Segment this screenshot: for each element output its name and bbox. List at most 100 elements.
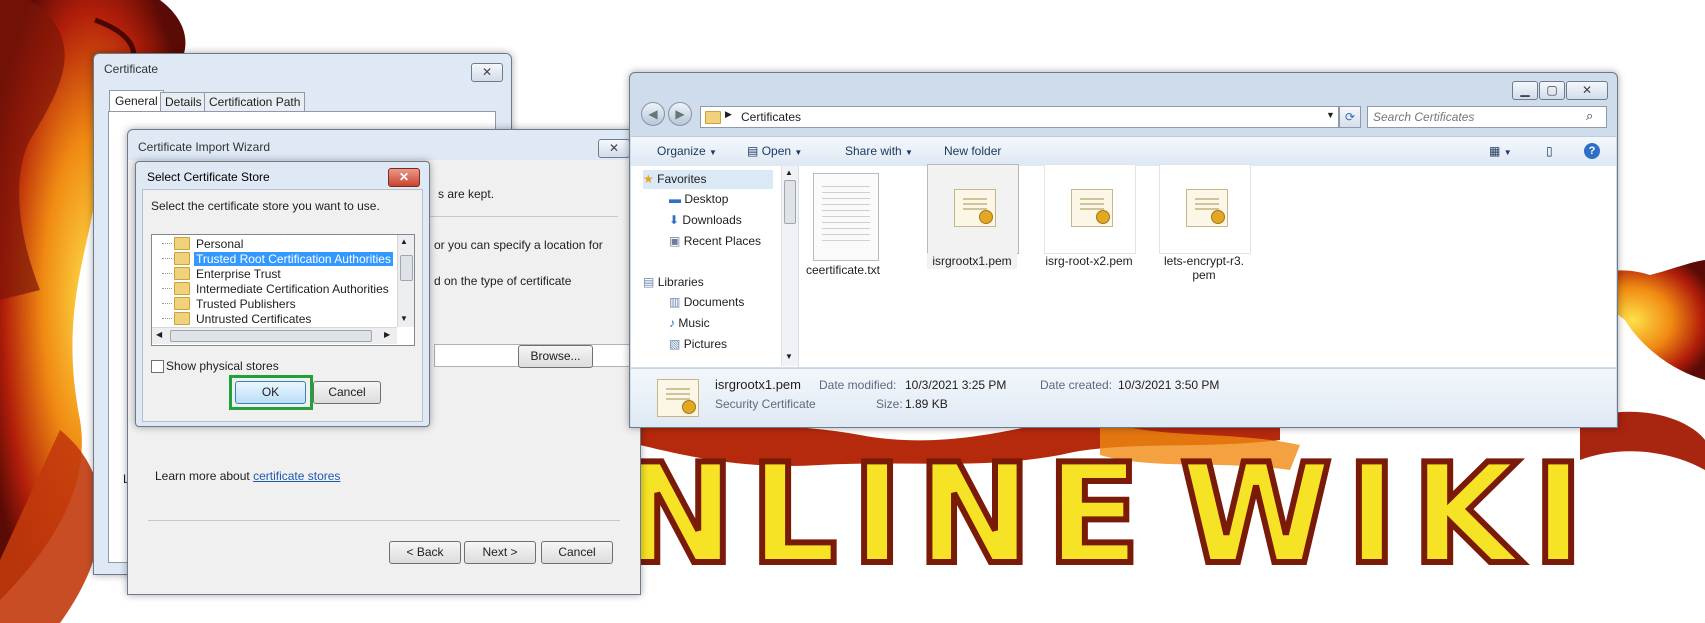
favorites-header[interactable]: ★ Favorites	[643, 170, 773, 189]
navigation-pane: ★ Favorites ▬ Desktop ⬇ Downloads ▣ Rece…	[631, 166, 799, 367]
tree-connector	[162, 273, 172, 274]
file-name[interactable]: lets-encrypt-r3.pem	[1161, 254, 1247, 282]
date-created-value: 10/3/2021 3:50 PM	[1118, 378, 1220, 392]
store-list-item[interactable]: Trusted Publishers	[162, 297, 298, 312]
folder-icon	[174, 312, 190, 325]
refresh-icon: ⟳	[1344, 110, 1356, 124]
show-physical-label: Show physical stores	[166, 359, 279, 373]
sidebar-item-desktop[interactable]: ▬ Desktop	[669, 190, 728, 209]
scroll-down-icon[interactable]: ▼	[400, 314, 408, 323]
sidebar-item-label: Downloads	[682, 213, 742, 227]
open-menu[interactable]: ▤ Open ▼	[747, 137, 802, 165]
close-button[interactable]: ✕	[388, 168, 420, 187]
cancel-button[interactable]: Cancel	[313, 381, 381, 404]
explorer-window: ▁ ▢ ✕ ◀ ▶ ▶ Certificates ▼ ⟳ ⌕ Organize …	[629, 72, 1618, 428]
refresh-button[interactable]: ⟳	[1339, 106, 1361, 128]
wiki-logo-word-left: NLINE	[617, 431, 1155, 598]
back-arrow-icon: ◀	[648, 107, 658, 121]
libraries-icon: ▤	[643, 275, 655, 289]
scroll-up-icon[interactable]: ▲	[400, 237, 408, 246]
file-item-selected[interactable]	[927, 164, 1019, 254]
libraries-label: Libraries	[657, 275, 704, 289]
tree-connector	[162, 303, 172, 304]
address-dropdown-icon[interactable]: ▼	[1326, 110, 1335, 120]
share-with-label: Share with	[845, 144, 902, 158]
store-list-item[interactable]: Untrusted Certificates	[162, 312, 313, 327]
browse-button[interactable]: Browse...	[518, 345, 593, 368]
new-folder-button[interactable]: New folder	[944, 137, 1001, 165]
favorites-label: Favorites	[657, 172, 707, 186]
tab-general[interactable]: General	[109, 90, 164, 111]
star-icon: ★	[643, 172, 654, 186]
breadcrumb-certificates[interactable]: Certificates	[741, 110, 801, 124]
divider	[148, 520, 620, 521]
horizontal-scrollbar[interactable]: ◀ ▶	[152, 327, 397, 344]
close-button[interactable]: ✕	[598, 139, 630, 158]
sidebar-item-label: Pictures	[683, 337, 728, 351]
close-icon: ✕	[398, 170, 410, 184]
search-input[interactable]	[1371, 108, 1580, 126]
search-box[interactable]: ⌕	[1367, 106, 1607, 128]
back-nav-button[interactable]: ◀	[641, 102, 665, 126]
store-label: Personal	[196, 237, 244, 251]
minimize-button[interactable]: ▁	[1512, 81, 1538, 100]
back-button[interactable]: < Back	[389, 541, 461, 564]
close-icon: ✕	[1581, 83, 1593, 97]
scroll-up-icon[interactable]: ▲	[785, 168, 793, 177]
forward-arrow-icon: ▶	[675, 107, 685, 121]
close-icon: ✕	[481, 65, 493, 79]
open-label: Open	[761, 144, 792, 158]
view-options-button[interactable]: ▦ ▼	[1489, 137, 1512, 165]
scroll-thumb[interactable]	[170, 330, 372, 342]
learn-more-prefix: Learn more about	[155, 469, 254, 483]
help-button[interactable]: ?	[1584, 143, 1600, 159]
window-title: Certificate	[104, 62, 159, 76]
chevron-down-icon: ▼	[1503, 148, 1512, 157]
organize-menu[interactable]: Organize ▼	[657, 137, 717, 165]
scroll-thumb[interactable]	[784, 180, 796, 224]
store-list-item[interactable]: Trusted Root Certification Authorities	[162, 252, 393, 267]
folder-icon	[174, 297, 190, 310]
file-item[interactable]	[1159, 164, 1251, 254]
next-button[interactable]: Next >	[464, 541, 536, 564]
file-item[interactable]	[813, 173, 883, 263]
file-item[interactable]	[1044, 164, 1136, 254]
certificate-stores-link[interactable]: certificate stores	[253, 469, 340, 483]
instruction-text: Select the certificate store you want to…	[151, 199, 380, 213]
store-list-item[interactable]: Enterprise Trust	[162, 267, 283, 282]
scroll-right-icon[interactable]: ▶	[384, 330, 390, 339]
store-list-item[interactable]: Intermediate Certification Authorities	[162, 282, 391, 297]
scroll-down-icon[interactable]: ▼	[785, 352, 793, 361]
store-tree-list[interactable]: Personal Trusted Root Certification Autho…	[151, 234, 415, 346]
cancel-button[interactable]: Cancel	[541, 541, 613, 564]
tree-connector	[162, 258, 172, 259]
share-with-menu[interactable]: Share with ▼	[845, 137, 913, 165]
sidebar-item-recent-places[interactable]: ▣ Recent Places	[669, 232, 761, 251]
sidebar-item-downloads[interactable]: ⬇ Downloads	[669, 211, 742, 230]
file-name[interactable]: isrg-root-x2.pem	[1034, 254, 1144, 268]
sidebar-item-documents[interactable]: ▥ Documents	[669, 293, 744, 312]
sidebar-item-pictures[interactable]: ▧ Pictures	[669, 335, 727, 354]
close-button[interactable]: ✕	[471, 63, 503, 82]
chevron-down-icon: ▼	[794, 148, 803, 157]
vertical-scrollbar[interactable]: ▲ ▼	[397, 235, 414, 327]
preview-pane-button[interactable]: ▯	[1546, 137, 1553, 165]
folder-icon	[174, 252, 190, 265]
tab-details[interactable]: Details	[160, 92, 207, 112]
maximize-button[interactable]: ▢	[1539, 81, 1565, 100]
file-name[interactable]: ceertificate.txt	[788, 263, 898, 277]
address-bar[interactable]: ▶ Certificates ▼	[700, 106, 1339, 128]
show-physical-checkbox[interactable]	[151, 360, 164, 373]
scroll-left-icon[interactable]: ◀	[156, 330, 162, 339]
minimize-icon: ▁	[1520, 83, 1530, 97]
file-name[interactable]: isrgrootx1.pem	[917, 254, 1027, 268]
close-button[interactable]: ✕	[1566, 81, 1608, 100]
libraries-header[interactable]: ▤ Libraries	[643, 273, 704, 292]
tab-certification-path[interactable]: Certification Path	[204, 92, 306, 112]
ok-button[interactable]: OK	[235, 381, 306, 404]
scroll-thumb[interactable]	[400, 255, 413, 281]
store-list-item[interactable]: Personal	[162, 237, 245, 252]
sidebar-item-music[interactable]: ♪ Music	[669, 314, 710, 333]
forward-nav-button[interactable]: ▶	[668, 102, 692, 126]
views-icon: ▦	[1489, 144, 1501, 158]
